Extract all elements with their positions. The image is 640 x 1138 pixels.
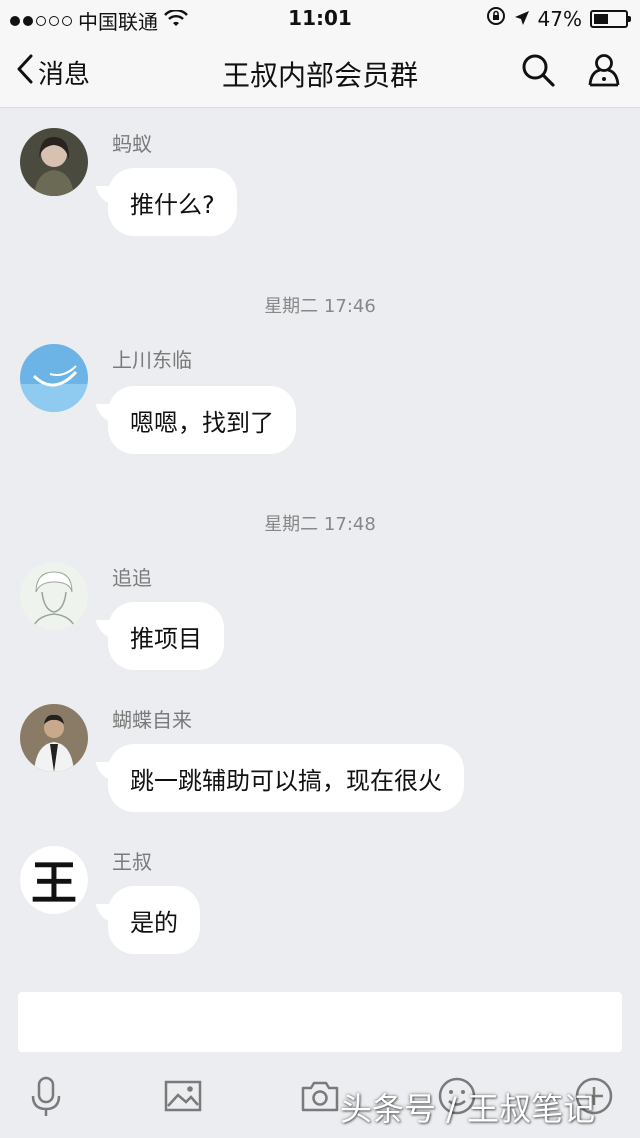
avatar-letter: 王 bbox=[31, 856, 77, 910]
sender-name: 王叔 bbox=[112, 850, 152, 874]
timestamp: 星期二 17:48 bbox=[264, 514, 376, 535]
sender-name: 追追 bbox=[112, 566, 152, 590]
avatar[interactable] bbox=[20, 344, 88, 412]
message-input[interactable] bbox=[18, 992, 622, 1052]
nav-actions bbox=[520, 52, 622, 92]
message-bubble[interactable]: 跳一跳辅助可以搞，现在很火 bbox=[108, 744, 464, 812]
group-members-icon[interactable] bbox=[586, 52, 622, 92]
nav-bar: 消息 王叔内部会员群 bbox=[0, 36, 640, 108]
battery-fill bbox=[594, 13, 609, 24]
avatar[interactable] bbox=[20, 704, 88, 772]
sender-name: 蝴蝶自来 bbox=[112, 708, 192, 732]
search-icon[interactable] bbox=[520, 52, 556, 92]
location-arrow-icon bbox=[514, 7, 530, 31]
message-bubble[interactable]: 推什么? bbox=[108, 168, 237, 236]
status-right: 47% bbox=[486, 6, 631, 31]
sender-name: 蚂蚁 bbox=[112, 132, 152, 156]
timestamp: 星期二 17:46 bbox=[264, 296, 376, 317]
battery-percent: 47% bbox=[537, 6, 582, 31]
sender-name: 上川东临 bbox=[112, 348, 192, 372]
avatar[interactable] bbox=[20, 128, 88, 196]
message-bubble[interactable]: 推项目 bbox=[108, 602, 224, 670]
battery-icon bbox=[590, 9, 631, 28]
microphone-icon[interactable] bbox=[24, 1074, 68, 1118]
lock-rotation-icon bbox=[486, 6, 506, 31]
image-icon[interactable] bbox=[161, 1074, 205, 1118]
watermark-text: 头条号 / 王叔笔记 bbox=[340, 1090, 596, 1128]
chat-area[interactable]: 蚂蚁 推什么? 星期二 17:46 上川东临 嗯嗯，找到了 星期二 17:48 … bbox=[0, 108, 640, 988]
avatar[interactable] bbox=[20, 562, 88, 630]
avatar[interactable]: 王 bbox=[20, 846, 88, 914]
camera-icon[interactable] bbox=[298, 1074, 342, 1118]
status-bar: 中国联通 11:01 47% bbox=[0, 0, 640, 36]
message-bubble[interactable]: 嗯嗯，找到了 bbox=[108, 386, 296, 454]
message-bubble[interactable]: 是的 bbox=[108, 886, 200, 954]
